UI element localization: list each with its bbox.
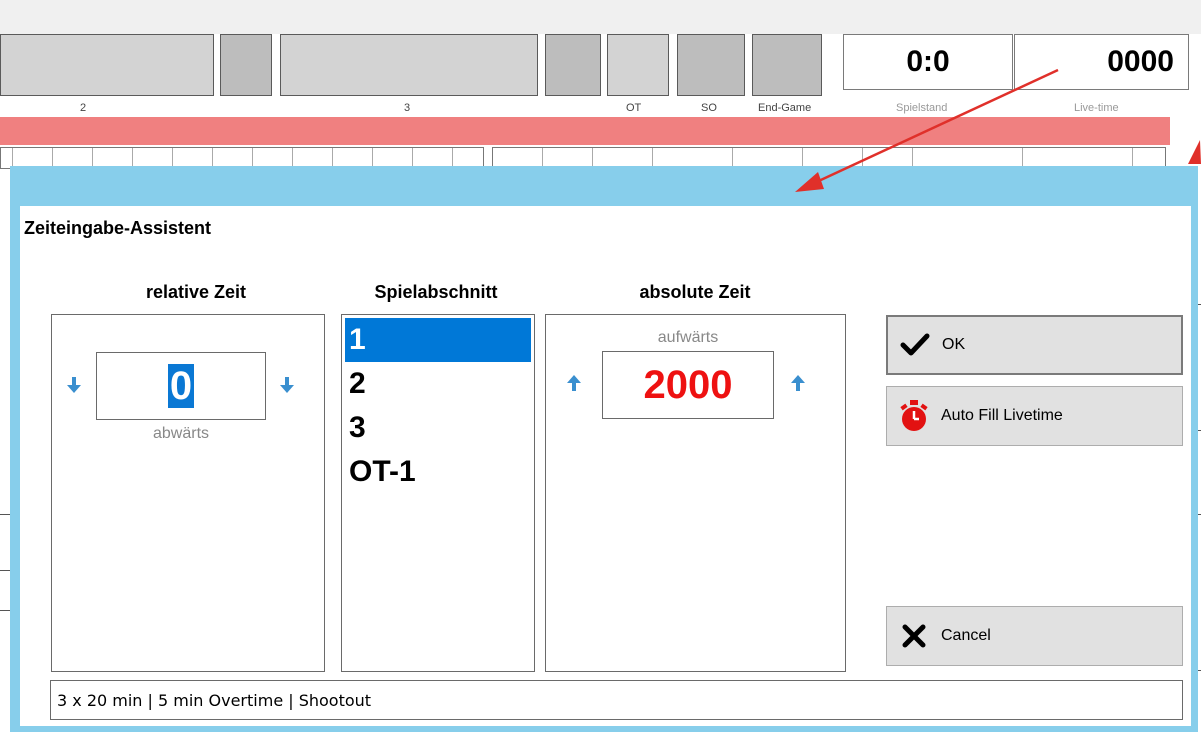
- cancel-button-label: Cancel: [941, 627, 991, 644]
- team-header-bar: [0, 117, 1170, 145]
- livetime-display: 0000: [1014, 34, 1189, 90]
- period-segment-1[interactable]: [0, 34, 214, 96]
- period-segment-2[interactable]: [280, 34, 538, 96]
- x-mark-icon: [897, 619, 931, 653]
- dialog-title: Zeiteingabe-Assistent: [24, 218, 212, 238]
- absolute-time-heading: absolute Zeit: [639, 282, 751, 302]
- pause-segment-2[interactable]: [545, 34, 601, 96]
- arrow-down-icon[interactable]: [277, 375, 297, 395]
- period-listbox[interactable]: 1 2 3 OT-1: [341, 314, 535, 672]
- cancel-button[interactable]: Cancel: [886, 606, 1183, 666]
- ok-button[interactable]: OK: [886, 315, 1183, 375]
- period-item-ot1[interactable]: OT-1: [345, 450, 531, 494]
- arrow-up-icon[interactable]: [788, 373, 808, 393]
- relative-time-value[interactable]: 0: [167, 363, 195, 408]
- score-display: 0:0: [843, 34, 1013, 90]
- period-item-3[interactable]: 3: [345, 406, 531, 450]
- endgame-label: End-Game: [758, 102, 812, 114]
- absolute-direction-hint: aufwärts: [657, 329, 719, 346]
- stopwatch-icon: [897, 399, 931, 433]
- relative-time-input[interactable]: 0: [96, 352, 266, 420]
- overtime-segment[interactable]: [607, 34, 669, 96]
- absolute-time-value[interactable]: 2000: [644, 363, 733, 408]
- auto-fill-livetime-button[interactable]: Auto Fill Livetime: [886, 386, 1183, 446]
- livetime-label: Live-time: [1074, 102, 1119, 114]
- shootout-segment[interactable]: [677, 34, 745, 96]
- time-entry-dialog: Zeiteingabe-Assistent relative Zeit 0 ab…: [10, 166, 1198, 732]
- arrow-up-icon[interactable]: [564, 373, 584, 393]
- window-top-strip: [0, 0, 1201, 34]
- ok-button-label: OK: [942, 336, 966, 353]
- checkmark-icon: [898, 328, 932, 362]
- endgame-segment[interactable]: [752, 34, 822, 96]
- period-label-2: 2: [80, 102, 87, 114]
- period-item-1[interactable]: 1: [345, 318, 531, 362]
- game-rules-text: 3 x 20 min | 5 min Overtime | Shootout: [57, 690, 372, 710]
- period-item-2[interactable]: 2: [345, 362, 531, 406]
- game-rules-field: 3 x 20 min | 5 min Overtime | Shootout: [50, 680, 1183, 720]
- relative-time-heading: relative Zeit: [145, 282, 247, 302]
- dialog-body: Zeiteingabe-Assistent relative Zeit 0 ab…: [20, 206, 1191, 726]
- absolute-time-panel: aufwärts 2000: [545, 314, 846, 672]
- shootout-label: SO: [701, 102, 717, 114]
- overtime-label: OT: [626, 102, 642, 114]
- pause-segment-1[interactable]: [220, 34, 272, 96]
- relative-direction-hint: abwärts: [152, 425, 210, 442]
- relative-time-panel: 0 abwärts: [51, 314, 325, 672]
- absolute-time-input[interactable]: 2000: [602, 351, 774, 419]
- auto-fill-livetime-label: Auto Fill Livetime: [941, 407, 1063, 424]
- period-label-3: 3: [404, 102, 411, 114]
- arrow-down-icon[interactable]: [64, 375, 84, 395]
- period-heading: Spielabschnitt: [374, 282, 498, 302]
- score-label: Spielstand: [896, 102, 948, 114]
